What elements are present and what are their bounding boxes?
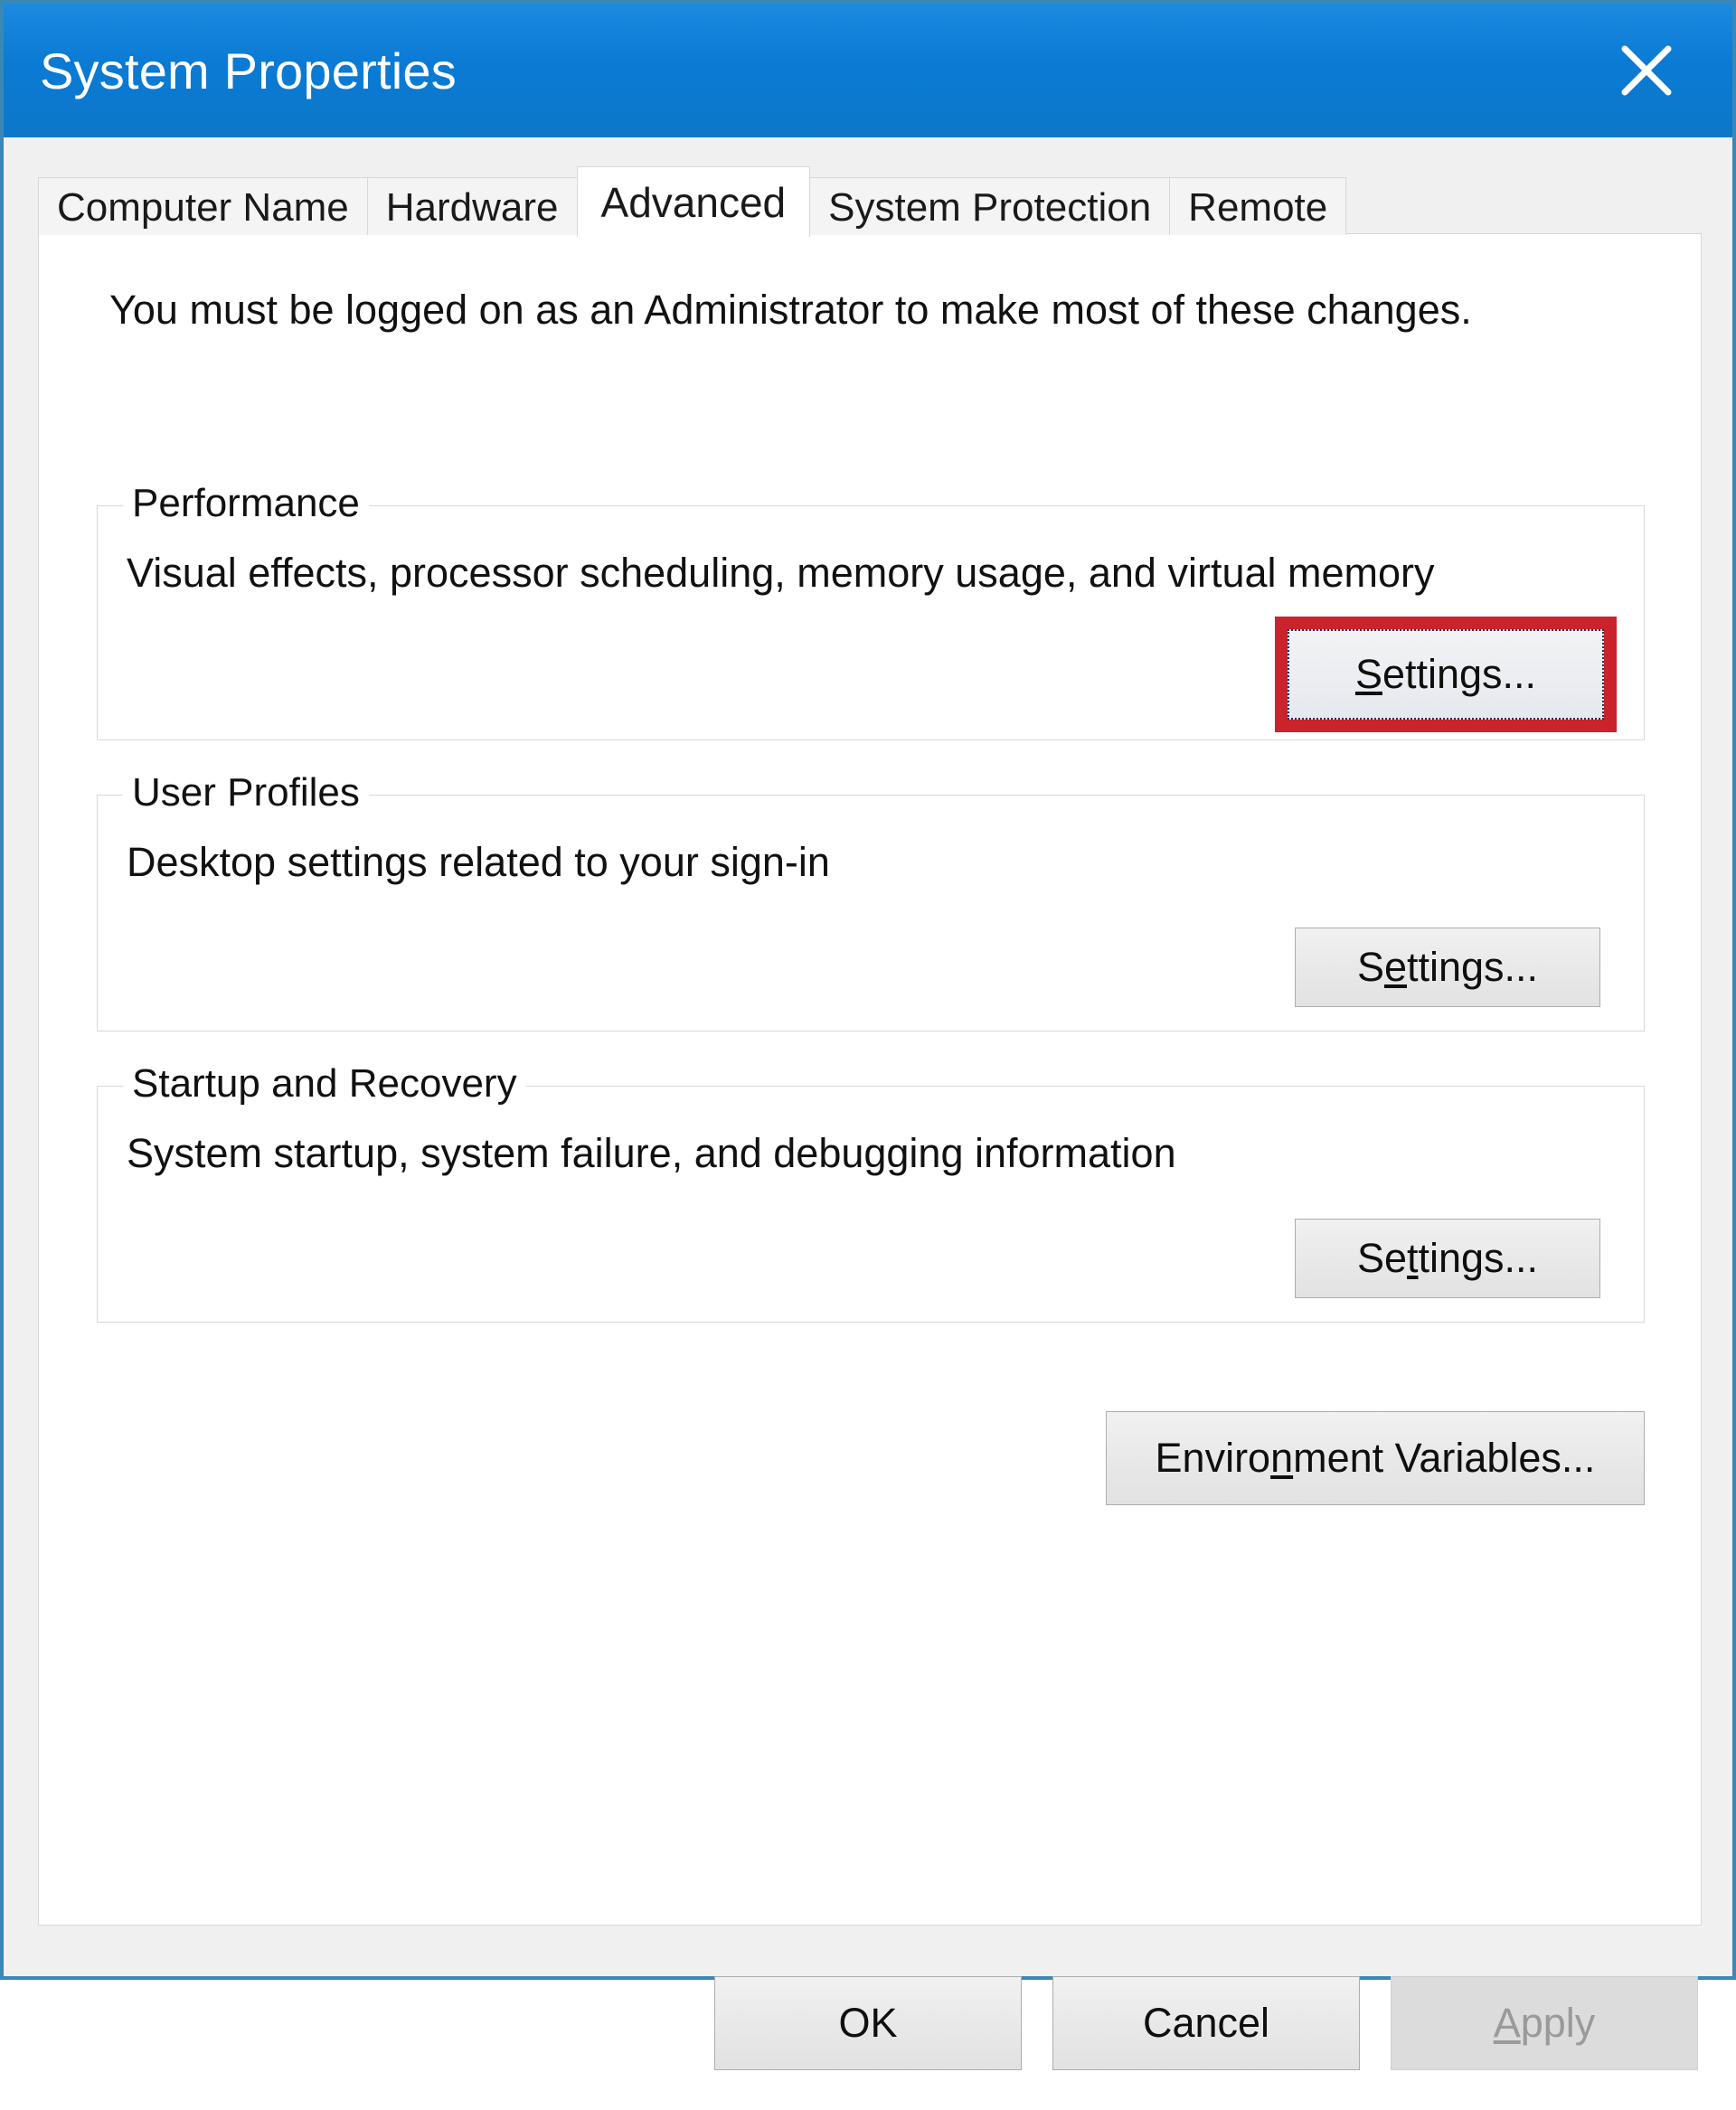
advanced-tab-panel: You must be logged on as an Administrato… [38, 233, 1702, 1926]
button-label-before: S [1356, 944, 1384, 990]
tab-label: Remote [1188, 184, 1328, 230]
tab-label: Computer Name [57, 184, 349, 230]
button-label-after: tings... [1418, 1235, 1539, 1281]
close-icon [1614, 38, 1679, 103]
admin-notice: You must be logged on as an Administrato… [109, 287, 1472, 333]
dialog-footer: OK Cancel Apply [4, 1951, 1732, 2110]
group-user-profiles-description: Desktop settings related to your sign-in [127, 839, 830, 885]
group-startup-and-recovery-label: Startup and Recovery [123, 1061, 526, 1107]
button-accel-key: A [1493, 2000, 1521, 2046]
environment-variables-button[interactable]: Enviro n ment Variables... [1106, 1411, 1645, 1505]
dialog-body: Computer Name Hardware Advanced System P… [4, 137, 1732, 2070]
group-performance-label: Performance [123, 481, 369, 526]
button-label-after: ettings... [1382, 651, 1537, 697]
user-profiles-settings-button[interactable]: Se ttings... [1295, 928, 1600, 1007]
tab-hardware[interactable]: Hardware [366, 177, 578, 235]
startup-recovery-settings-button[interactable]: Se t tings... [1295, 1219, 1600, 1298]
tab-computer-name[interactable]: Computer Name [38, 177, 368, 235]
button-label-after: pply [1520, 2000, 1596, 2046]
button-label: Cancel [1142, 2000, 1270, 2046]
group-performance: Performance Visual effects, processor sc… [97, 481, 1645, 740]
performance-settings-highlight: Settings... [1275, 617, 1617, 732]
group-startup-and-recovery-description: System startup, system failure, and debu… [127, 1130, 1176, 1176]
tab-strip: Computer Name Hardware Advanced System P… [38, 166, 1698, 237]
button-label-after: ttings... [1406, 944, 1539, 990]
tab-label: Hardware [385, 184, 559, 230]
window-title: System Properties [40, 42, 457, 99]
ok-button[interactable]: OK [714, 1976, 1022, 2070]
group-startup-and-recovery: Startup and Recovery System startup, sys… [97, 1061, 1645, 1323]
tab-label: System Protection [828, 184, 1152, 230]
group-user-profiles-label: User Profiles [123, 770, 369, 815]
button-accel-key: S [1354, 651, 1382, 697]
tab-advanced[interactable]: Advanced [576, 166, 811, 237]
group-user-profiles: User Profiles Desktop settings related t… [97, 770, 1645, 1031]
button-accel-key: n [1270, 1435, 1294, 1481]
tab-remote[interactable]: Remote [1169, 177, 1347, 235]
button-accel-key: e [1383, 944, 1407, 990]
button-label-after: ment Variables... [1293, 1435, 1596, 1481]
button-label-before: Enviro [1155, 1435, 1271, 1481]
button-label: OK [838, 2000, 898, 2046]
tab-label: Advanced [600, 178, 787, 226]
button-accel-key: t [1406, 1235, 1419, 1281]
title-bar: System Properties [4, 4, 1732, 137]
performance-settings-button[interactable]: Settings... [1288, 629, 1604, 720]
group-performance-description: Visual effects, processor scheduling, me… [127, 550, 1435, 596]
tab-system-protection[interactable]: System Protection [809, 177, 1171, 235]
system-properties-window: System Properties Computer Name Hardware… [0, 0, 1736, 2070]
close-button[interactable] [1588, 4, 1705, 137]
apply-button[interactable]: Apply [1391, 1976, 1698, 2070]
button-label-before: Se [1356, 1235, 1407, 1281]
cancel-button[interactable]: Cancel [1052, 1976, 1360, 2070]
